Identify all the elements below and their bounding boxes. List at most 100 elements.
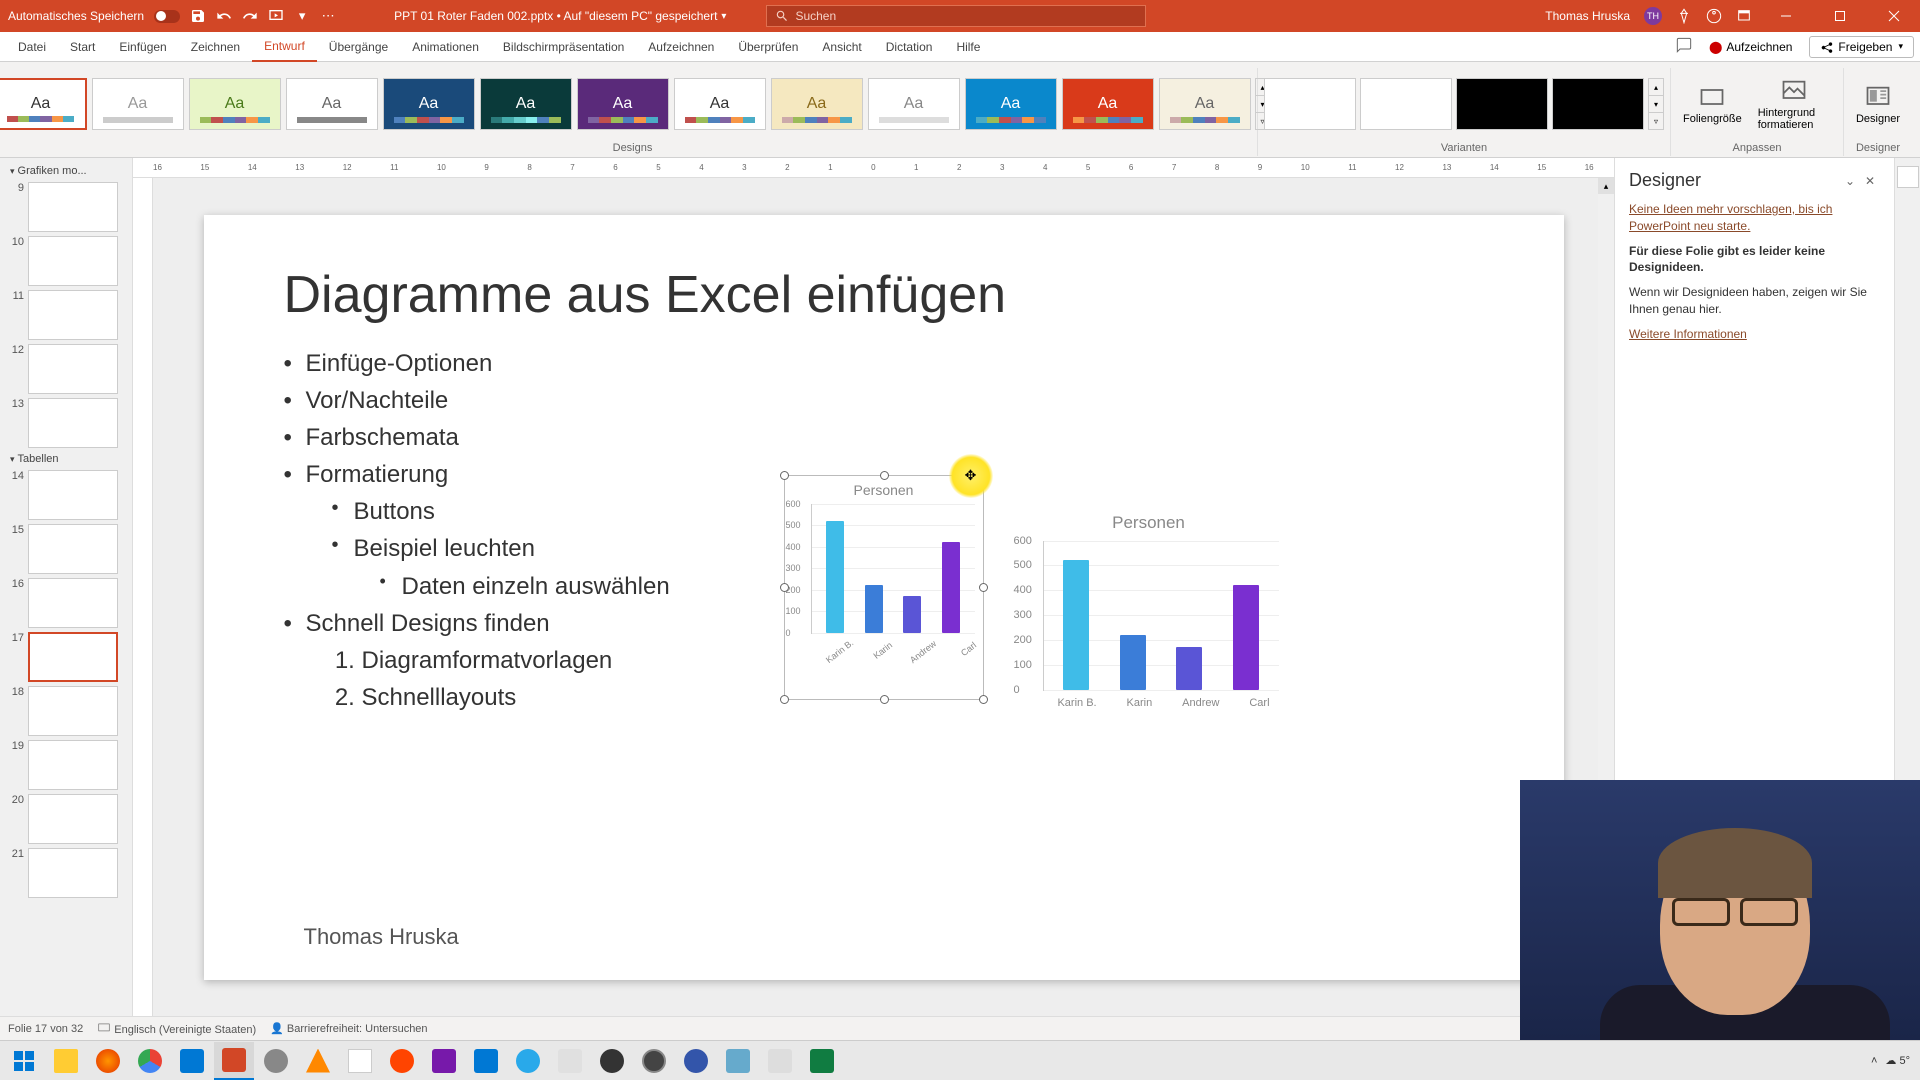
theme-thumb[interactable]: Aa: [577, 78, 669, 130]
ribbon-tab-ansicht[interactable]: Ansicht: [810, 32, 873, 62]
slide-thumbnail[interactable]: 14: [2, 468, 130, 522]
ribbon-tab-bildschirmpräsentation[interactable]: Bildschirmpräsentation: [491, 32, 636, 62]
coming-soon-icon[interactable]: [1706, 8, 1722, 24]
taskbar-app[interactable]: [340, 1042, 380, 1080]
theme-thumb[interactable]: Aa: [0, 78, 87, 130]
chart-2[interactable]: Personen 0100200300400500600 Karin B.Kar…: [1009, 505, 1289, 735]
status-accessibility[interactable]: 👤 Barrierefreiheit: Untersuchen: [270, 1022, 427, 1035]
slide-title[interactable]: Diagramme aus Excel einfügen: [284, 265, 1484, 325]
slide-thumbnail[interactable]: 11: [2, 288, 130, 342]
taskbar-app[interactable]: [550, 1042, 590, 1080]
status-lang[interactable]: Englisch (Vereinigte Staaten): [97, 1021, 256, 1036]
selection-handle[interactable]: [880, 695, 889, 704]
taskbar-file-explorer[interactable]: [46, 1042, 86, 1080]
taskbar-app[interactable]: [634, 1042, 674, 1080]
taskbar-vlc[interactable]: [298, 1042, 338, 1080]
theme-thumb[interactable]: Aa: [771, 78, 863, 130]
theme-thumb[interactable]: Aa: [383, 78, 475, 130]
selection-handle[interactable]: [979, 695, 988, 704]
selection-handle[interactable]: [780, 583, 789, 592]
slide-thumbnail[interactable]: 21: [2, 846, 130, 900]
taskbar-outlook[interactable]: [172, 1042, 212, 1080]
taskbar-app[interactable]: [718, 1042, 758, 1080]
variant-thumb[interactable]: [1264, 78, 1356, 130]
variant-thumb[interactable]: [1360, 78, 1452, 130]
variant-thumb[interactable]: [1456, 78, 1548, 130]
ribbon-tab-start[interactable]: Start: [58, 32, 107, 62]
ribbon-tab-datei[interactable]: Datei: [6, 32, 58, 62]
slideshow-start-icon[interactable]: [268, 8, 284, 24]
taskbar-app[interactable]: [676, 1042, 716, 1080]
ribbon-tab-entwurf[interactable]: Entwurf: [252, 32, 317, 62]
theme-thumb[interactable]: Aa: [868, 78, 960, 130]
theme-thumb[interactable]: Aa: [965, 78, 1057, 130]
search-box[interactable]: Suchen: [766, 5, 1146, 27]
ribbon-tab-dictation[interactable]: Dictation: [874, 32, 945, 62]
taskbar-obs[interactable]: [592, 1042, 632, 1080]
ribbon-tab-animationen[interactable]: Animationen: [400, 32, 491, 62]
taskbar-app[interactable]: [760, 1042, 800, 1080]
slide-thumbnail[interactable]: 18: [2, 684, 130, 738]
slide-thumbnail[interactable]: 20: [2, 792, 130, 846]
ribbon-tab-einfügen[interactable]: Einfügen: [107, 32, 178, 62]
slide-thumbnail[interactable]: 19: [2, 738, 130, 792]
theme-thumb[interactable]: Aa: [92, 78, 184, 130]
designer-more-info-link[interactable]: Weitere Informationen: [1629, 327, 1747, 341]
slide-thumbnail-panel[interactable]: Grafiken mo...910111213Tabellen141516171…: [0, 158, 133, 1016]
maximize-button[interactable]: [1820, 0, 1860, 32]
user-name[interactable]: Thomas Hruska: [1545, 9, 1630, 23]
selection-handle[interactable]: [979, 583, 988, 592]
selection-handle[interactable]: [780, 471, 789, 480]
collapsed-tool-icon[interactable]: [1897, 166, 1919, 188]
theme-thumb[interactable]: Aa: [1062, 78, 1154, 130]
slide-thumbnail[interactable]: 10: [2, 234, 130, 288]
section-header[interactable]: Tabellen: [2, 450, 130, 468]
chart-1[interactable]: Personen 0100200300400500600 Karin B.Kar…: [784, 475, 984, 700]
record-button[interactable]: ⬤Aufzeichnen: [1700, 37, 1801, 57]
ribbon-tab-überprüfen[interactable]: Überprüfen: [726, 32, 810, 62]
share-button[interactable]: Freigeben▾: [1809, 36, 1914, 58]
taskbar-firefox[interactable]: [88, 1042, 128, 1080]
theme-thumb[interactable]: Aa: [286, 78, 378, 130]
redo-icon[interactable]: [242, 8, 258, 24]
slide-thumbnail[interactable]: 12: [2, 342, 130, 396]
doc-title-dropdown-icon[interactable]: ▾: [721, 11, 726, 22]
taskbar-app[interactable]: [256, 1042, 296, 1080]
ribbon-tab-übergänge[interactable]: Übergänge: [317, 32, 400, 62]
chevron-down-icon[interactable]: ⌄: [1840, 171, 1860, 191]
theme-thumb[interactable]: Aa: [1159, 78, 1251, 130]
format-background-button[interactable]: Hintergrund formatieren: [1752, 75, 1837, 133]
user-avatar[interactable]: TH: [1644, 7, 1662, 25]
minimize-button[interactable]: [1766, 0, 1806, 32]
theme-thumb[interactable]: Aa: [480, 78, 572, 130]
status-slide-pos[interactable]: Folie 17 von 32: [8, 1023, 83, 1035]
close-panel-icon[interactable]: ✕: [1860, 171, 1880, 191]
comments-icon[interactable]: [1676, 37, 1692, 56]
save-icon[interactable]: [190, 8, 206, 24]
scroll-up-icon[interactable]: ▴: [1598, 178, 1614, 194]
variant-thumb[interactable]: [1552, 78, 1644, 130]
ribbon-tab-aufzeichnen[interactable]: Aufzeichnen: [636, 32, 726, 62]
taskbar-excel[interactable]: [802, 1042, 842, 1080]
start-button[interactable]: [4, 1042, 44, 1080]
selection-handle[interactable]: [880, 471, 889, 480]
ribbon-tab-zeichnen[interactable]: Zeichnen: [179, 32, 252, 62]
taskbar-onenote[interactable]: [424, 1042, 464, 1080]
ribbon-tab-hilfe[interactable]: Hilfe: [944, 32, 992, 62]
tray-chevron-icon[interactable]: ˄: [1871, 1055, 1877, 1067]
theme-thumb[interactable]: Aa: [189, 78, 281, 130]
autosave-toggle[interactable]: [154, 10, 180, 23]
qat-more-icon[interactable]: ⋯: [320, 8, 336, 24]
taskbar-telegram[interactable]: [508, 1042, 548, 1080]
taskbar-vscode[interactable]: [466, 1042, 506, 1080]
slide-thumbnail[interactable]: 13: [2, 396, 130, 450]
slide-thumbnail[interactable]: 17: [2, 630, 130, 684]
slide-thumbnail[interactable]: 15: [2, 522, 130, 576]
variants-gallery[interactable]: ▴▾▿: [1264, 68, 1664, 140]
taskbar-app[interactable]: [382, 1042, 422, 1080]
theme-gallery[interactable]: AaAaAaAaAaAaAaAaAaAaAaAaAa: [0, 78, 1251, 130]
close-button[interactable]: [1874, 0, 1914, 32]
selection-handle[interactable]: [780, 695, 789, 704]
ribbon-display-icon[interactable]: [1736, 8, 1752, 24]
tray-weather[interactable]: ☁ 5°: [1885, 1054, 1910, 1067]
